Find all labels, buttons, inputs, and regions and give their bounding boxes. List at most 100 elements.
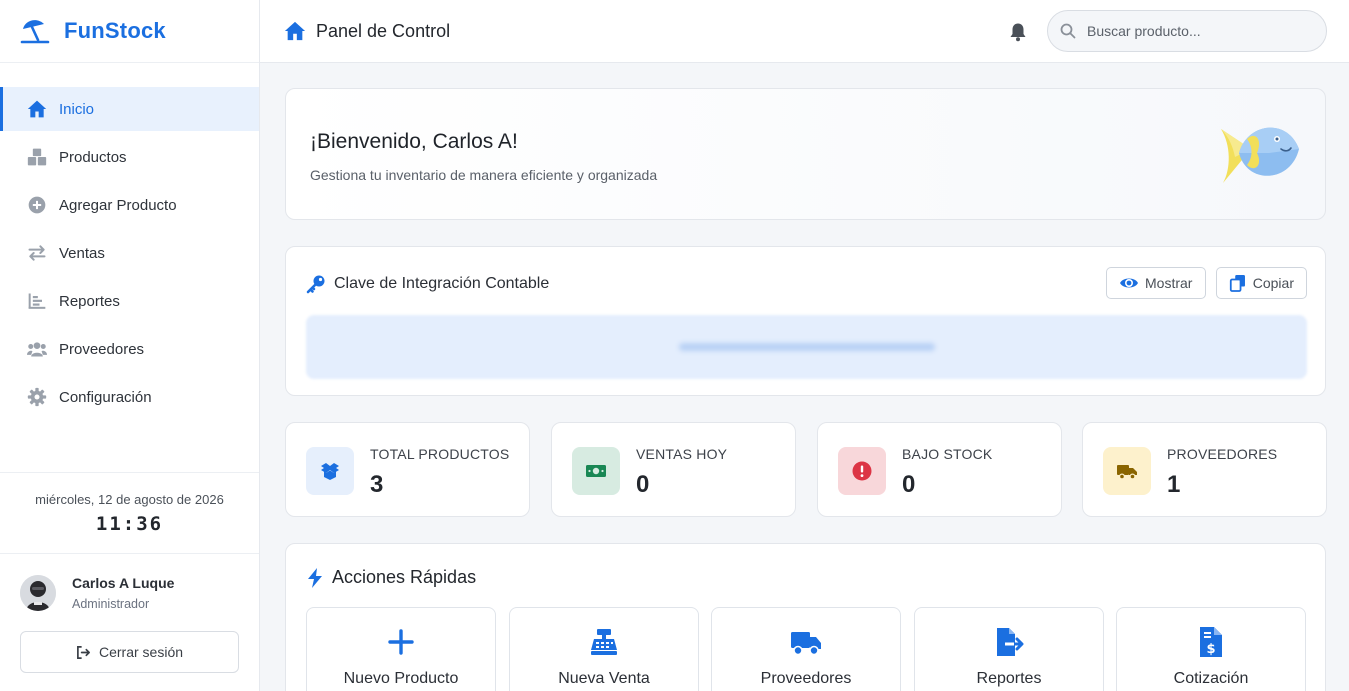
sign-out-icon — [77, 645, 90, 659]
action-label: Proveedores — [760, 670, 852, 687]
file-export-icon — [997, 628, 1024, 656]
new-product-button[interactable]: Nuevo Producto — [306, 607, 496, 691]
truck-icon — [1117, 465, 1137, 480]
integration-key-card: Clave de Integración Contable Mostrar Co… — [285, 246, 1326, 396]
stat-icon-bg — [572, 447, 620, 495]
quick-actions-header: Acciones Rápidas — [306, 567, 476, 588]
stat-card-proveedores: PROVEEDORES 1 — [1082, 422, 1327, 517]
sidebar-item-label: Productos — [59, 148, 127, 166]
user-name: Carlos A Luque — [72, 575, 175, 591]
page-title-text: Panel de Control — [316, 20, 451, 41]
plus-icon — [388, 629, 414, 655]
avatar — [20, 575, 56, 611]
quotation-button[interactable]: $ Cotización — [1116, 607, 1306, 691]
alert-circle-icon — [852, 461, 872, 481]
money-bill-icon — [586, 465, 606, 477]
sidebar-nav: Inicio Productos Agregar Producto Ventas… — [0, 63, 259, 419]
beach-umbrella-logo-icon — [20, 20, 50, 44]
stat-card-ventas-hoy: VENTAS HOY 0 — [551, 422, 796, 517]
stat-label: BAJO STOCK — [902, 446, 993, 462]
sidebar-item-configuracion[interactable]: Configuración — [0, 375, 259, 419]
logout-label: Cerrar sesión — [98, 644, 184, 660]
blurred-key-value — [678, 343, 935, 351]
date-time-block: miércoles, 12 de agosto de 2026 11:36 — [0, 472, 259, 554]
sidebar-item-label: Configuración — [59, 388, 152, 406]
user-profile[interactable]: Carlos A Luque Administrador — [20, 575, 174, 611]
brand-name: FunStock — [64, 18, 166, 43]
quick-actions-card: Acciones Rápidas Nuevo Producto Nueva Ve… — [285, 543, 1326, 691]
cash-register-icon — [591, 629, 617, 655]
welcome-subtitle: Gestiona tu inventario de manera eficien… — [310, 167, 658, 183]
stat-value: 0 — [902, 471, 916, 498]
sidebar-item-label: Inicio — [59, 100, 95, 118]
action-label: Nuevo Producto — [343, 670, 459, 687]
eye-icon — [1120, 278, 1138, 288]
sidebar-item-agregar-producto[interactable]: Agregar Producto — [0, 183, 259, 227]
sidebar-item-label: Agregar Producto — [59, 196, 177, 214]
sidebar-item-label: Ventas — [59, 244, 105, 262]
sidebar-item-reportes[interactable]: Reportes — [0, 279, 259, 323]
current-date: miércoles, 12 de agosto de 2026 — [35, 492, 224, 507]
stat-value: 0 — [636, 471, 650, 498]
action-label: Nueva Venta — [558, 670, 650, 687]
current-time: 11:36 — [95, 513, 164, 535]
copy-key-label: Copiar — [1252, 275, 1294, 291]
blurred-key-field — [306, 315, 1307, 379]
stat-label: TOTAL PRODUCTOS — [370, 446, 510, 462]
integration-key-header: Clave de Integración Contable — [306, 274, 549, 294]
new-sale-button[interactable]: Nueva Venta — [509, 607, 699, 691]
page-title: Panel de Control — [284, 20, 450, 42]
copy-key-button[interactable]: Copiar — [1216, 267, 1307, 299]
sidebar-item-inicio[interactable]: Inicio — [0, 87, 259, 131]
stat-icon-bg — [306, 447, 354, 495]
action-label: Cotización — [1173, 670, 1249, 687]
search-box — [1047, 10, 1327, 52]
reports-button[interactable]: Reportes — [914, 607, 1104, 691]
stat-label: PROVEEDORES — [1167, 446, 1278, 462]
welcome-title: ¡Bienvenido, Carlos A! — [310, 130, 518, 153]
stat-label: VENTAS HOY — [636, 446, 728, 462]
stat-card-total-productos: TOTAL PRODUCTOS 3 — [285, 422, 530, 517]
truck-icon — [791, 632, 821, 656]
show-key-label: Mostrar — [1145, 275, 1193, 291]
bell-icon[interactable] — [1008, 22, 1028, 42]
fish-illustration-icon — [1221, 127, 1299, 183]
home-icon — [284, 21, 306, 41]
stat-icon-bg — [838, 447, 886, 495]
sidebar-item-ventas[interactable]: Ventas — [0, 231, 259, 275]
box-open-icon — [321, 463, 339, 480]
key-icon — [306, 275, 325, 294]
user-role: Administrador — [72, 597, 150, 611]
gear-icon — [26, 386, 48, 408]
topbar: Panel de Control — [260, 0, 1349, 63]
stat-value: 1 — [1167, 471, 1181, 498]
logout-button[interactable]: Cerrar sesión — [20, 631, 239, 673]
sidebar-item-label: Reportes — [59, 292, 120, 310]
plus-circle-icon — [26, 194, 48, 216]
search-input[interactable] — [1087, 23, 1307, 39]
welcome-card: ¡Bienvenido, Carlos A! Gestiona tu inven… — [285, 88, 1326, 220]
exchange-icon — [26, 242, 48, 264]
invoice-dollar-icon: $ — [1200, 627, 1222, 657]
quick-actions-title: Acciones Rápidas — [332, 567, 477, 587]
stat-value: 3 — [370, 471, 384, 498]
stat-icon-bg — [1103, 447, 1151, 495]
bar-chart-icon — [26, 290, 48, 312]
copy-icon — [1229, 275, 1245, 292]
sidebar-item-productos[interactable]: Productos — [0, 135, 259, 179]
search-icon — [1060, 23, 1076, 39]
brand[interactable]: FunStock — [0, 0, 259, 63]
show-key-button[interactable]: Mostrar — [1106, 267, 1206, 299]
boxes-icon — [26, 146, 48, 168]
home-icon — [26, 98, 48, 120]
stat-card-bajo-stock: BAJO STOCK 0 — [817, 422, 1062, 517]
sidebar-item-proveedores[interactable]: Proveedores — [0, 327, 259, 371]
suppliers-button[interactable]: Proveedores — [711, 607, 901, 691]
svg-text:$: $ — [1206, 642, 1215, 657]
sidebar: FunStock Inicio Productos Agregar Produc… — [0, 0, 260, 691]
users-icon — [26, 338, 48, 360]
action-label: Reportes — [976, 670, 1042, 687]
integration-key-title: Clave de Integración Contable — [334, 275, 550, 292]
sidebar-item-label: Proveedores — [59, 340, 145, 358]
bolt-icon — [308, 567, 322, 588]
